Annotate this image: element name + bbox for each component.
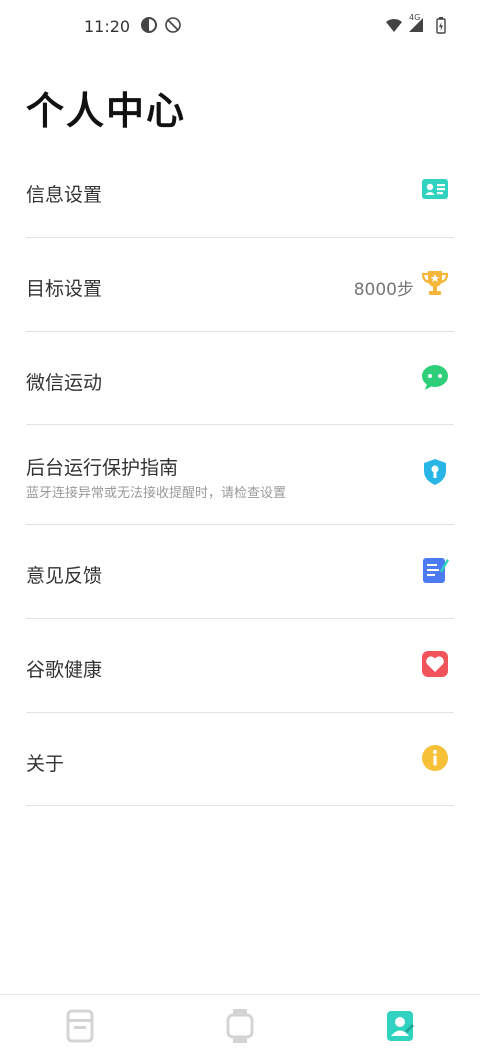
network-type-label: 4G (409, 13, 421, 22)
menu-item-google-fit[interactable]: 谷歌健康 (26, 619, 454, 713)
menu-item-feedback[interactable]: 意见反馈 (26, 525, 454, 619)
step-goal-value: 8000步 (353, 280, 414, 300)
heart-icon (422, 651, 448, 677)
menu-item-label: 关于 (26, 753, 65, 775)
do-not-disturb-icon (165, 17, 181, 33)
trophy-icon (421, 271, 449, 295)
menu-item-info-settings[interactable]: 信息设置 (26, 144, 454, 238)
battery-icon (436, 17, 446, 34)
bottom-navigation (0, 994, 480, 1057)
menu-item-about[interactable]: 关于 (26, 713, 454, 806)
wechat-icon (422, 365, 448, 390)
menu-item-goal-settings[interactable]: 目标设置 8000步 (26, 238, 454, 332)
info-icon (422, 745, 448, 771)
menu-item-label: 后台运行保护指南 (26, 457, 179, 479)
menu-item-background-protection-guide[interactable]: 后台运行保护指南 蓝牙连接异常或无法接收提醒时，请检查设置 (26, 425, 454, 525)
menu-item-label: 微信运动 (26, 372, 103, 394)
menu-item-label: 谷歌健康 (26, 659, 103, 681)
wifi-icon (386, 18, 402, 32)
tab-profile[interactable] (320, 995, 480, 1057)
menu-item-sublabel: 蓝牙连接异常或无法接收提醒时，请检查设置 (26, 486, 287, 501)
shield-icon (424, 459, 446, 485)
menu-item-label: 意见反馈 (26, 565, 103, 587)
feedback-note-icon (423, 558, 449, 583)
menu-item-label: 目标设置 (26, 278, 103, 300)
profile-card-icon (422, 179, 448, 199)
menu-item-wechat-sports[interactable]: 微信运动 (26, 332, 454, 425)
activity-card-icon (66, 1009, 94, 1043)
data-saver-icon (141, 17, 157, 33)
tab-activity[interactable] (0, 995, 160, 1057)
smartwatch-icon (226, 1009, 254, 1043)
page-title: 个人中心 (26, 89, 187, 133)
status-bar: 11:20 4G (0, 0, 480, 52)
tab-device[interactable] (160, 995, 320, 1057)
profile-icon (387, 1011, 414, 1041)
menu-item-label: 信息设置 (26, 184, 103, 206)
status-time: 11:20 (84, 17, 131, 36)
